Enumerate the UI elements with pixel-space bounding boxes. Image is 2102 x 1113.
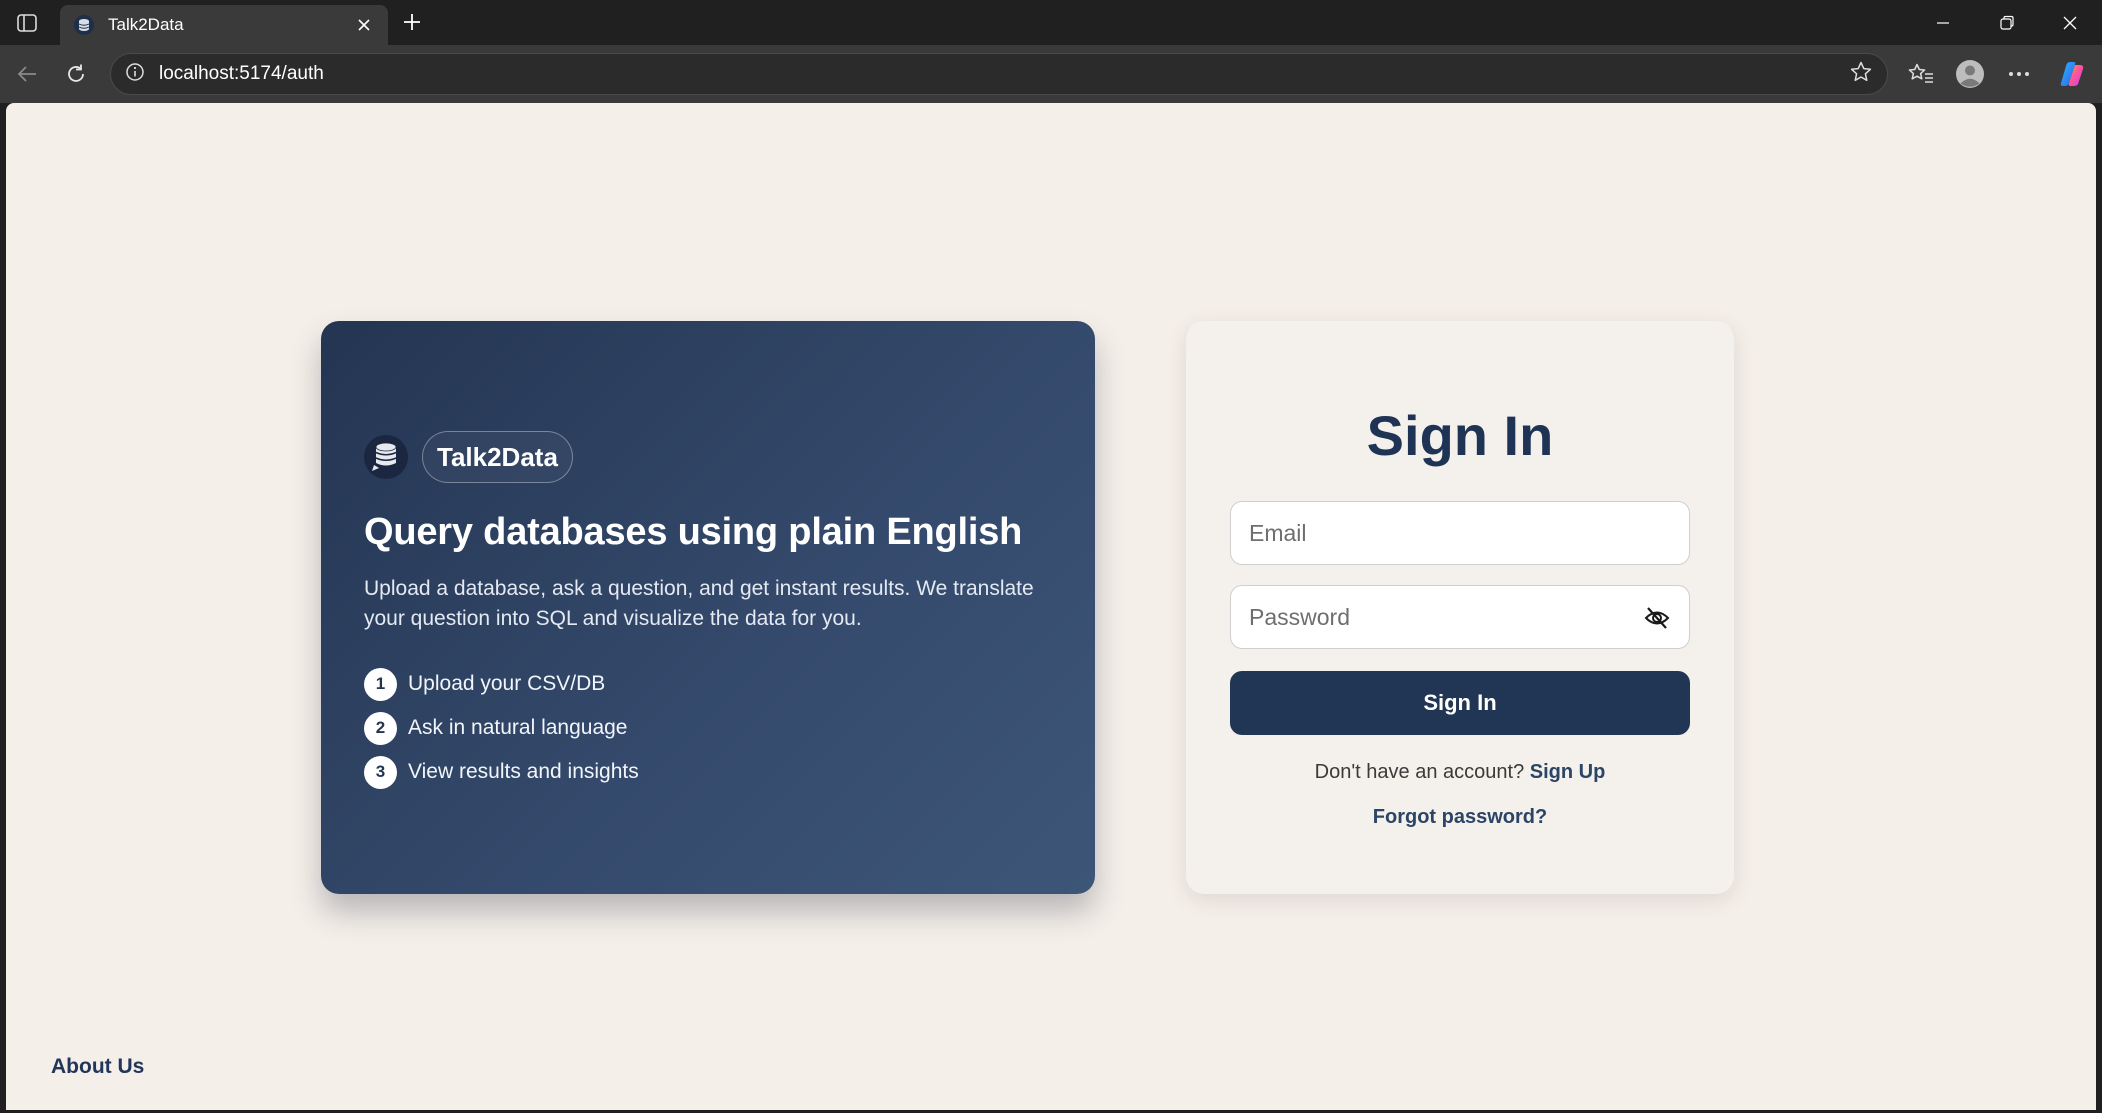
email-input[interactable] [1231,502,1689,564]
favorites-icon[interactable] [1904,57,1938,91]
restore-icon[interactable] [1987,8,2027,38]
close-window-icon[interactable] [2050,8,2090,38]
hero-heading: Query databases using plain English [364,511,1023,553]
signin-card: Sign In Sign In Don't have an account? S… [1186,321,1734,894]
step-number-badge: 3 [364,755,397,789]
database-chat-icon [364,435,408,479]
step-number-badge: 2 [364,711,397,745]
site-info-icon[interactable] [125,62,145,87]
url-text[interactable]: localhost:5174/auth [159,63,1849,85]
no-account-text: Don't have an account? [1314,761,1525,783]
email-field [1230,501,1690,565]
forgot-password-link[interactable]: Forgot password? [1230,806,1690,829]
step-text: Ask in natural language [408,716,628,739]
hero-card: Talk2Data Query databases using plain En… [321,321,1095,894]
browser-tab[interactable]: Talk2Data [60,5,388,45]
copilot-icon[interactable] [2055,57,2089,91]
back-icon[interactable] [10,57,44,91]
more-options-icon[interactable] [2002,57,2036,91]
favorite-star-icon[interactable] [1849,60,1873,89]
signin-title: Sign In [1366,404,1554,467]
brand-row: Talk2Data [364,431,1051,483]
password-field [1230,585,1690,649]
step-item: 2 Ask in natural language [364,706,1051,750]
minimize-icon[interactable] [1923,8,1963,38]
brand-name: Talk2Data [422,431,573,483]
step-text: Upload your CSV/DB [408,672,606,695]
steps-list: 1 Upload your CSV/DB 2 Ask in natural la… [364,662,1051,794]
step-number-badge: 1 [364,667,397,701]
new-tab-icon[interactable] [398,8,426,36]
browser-toolbar: localhost:5174/auth [0,45,2102,103]
database-icon [74,15,94,35]
eye-off-icon[interactable] [1643,604,1671,632]
tab-actions-icon[interactable] [12,10,42,36]
step-item: 1 Upload your CSV/DB [364,662,1051,706]
password-input[interactable] [1231,586,1689,648]
signin-button[interactable]: Sign In [1230,671,1690,735]
profile-avatar-icon[interactable] [1953,57,1987,91]
page-viewport: Talk2Data Query databases using plain En… [6,103,2096,1110]
signup-prompt: Don't have an account? Sign Up [1230,761,1690,784]
address-bar[interactable]: localhost:5174/auth [110,53,1888,95]
step-item: 3 View results and insights [364,750,1051,794]
browser-tabbar: Talk2Data [0,0,2102,45]
about-us-link[interactable]: About Us [51,1055,144,1079]
reload-icon[interactable] [59,57,93,91]
signup-link[interactable]: Sign Up [1530,761,1606,783]
hero-description: Upload a database, ask a question, and g… [364,577,1034,630]
tab-title: Talk2Data [108,15,184,34]
step-text: View results and insights [408,760,639,783]
close-tab-icon[interactable] [352,13,376,37]
